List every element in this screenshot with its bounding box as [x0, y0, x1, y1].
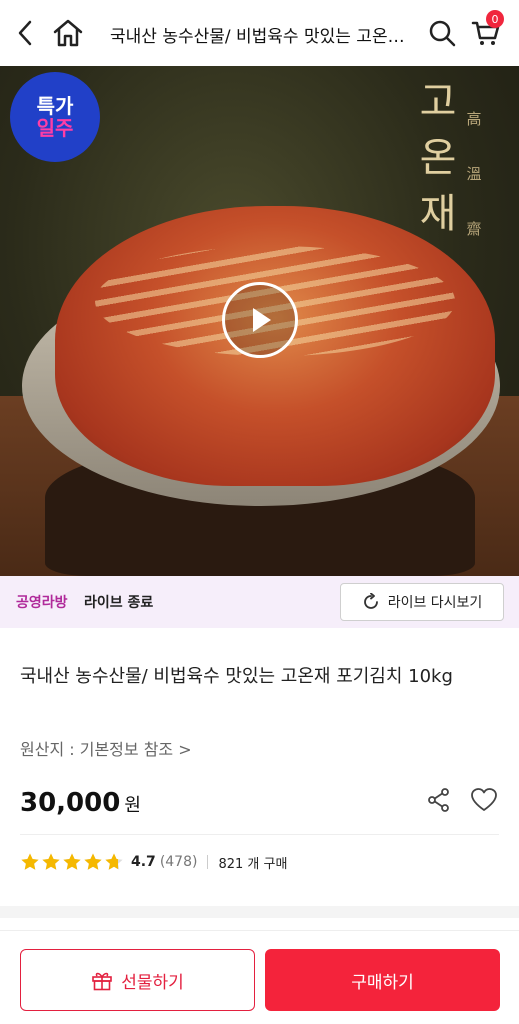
- share-button[interactable]: [426, 787, 452, 813]
- gift-label: 선물하기: [121, 972, 184, 993]
- live-replay-button[interactable]: 라이브 다시보기: [340, 583, 504, 621]
- bottom-action-bar: 선물하기 구매하기: [0, 930, 519, 1024]
- buy-button[interactable]: 구매하기: [265, 949, 500, 1011]
- live-status-bar: 공영라방 라이브 종료 라이브 다시보기: [0, 576, 519, 628]
- price-currency: 원: [124, 795, 141, 816]
- heart-icon: [471, 788, 497, 811]
- gift-button[interactable]: 선물하기: [20, 949, 255, 1011]
- badge-line-1: 특가: [36, 94, 74, 118]
- rating-score: 4.7: [131, 854, 156, 870]
- star-icon: [63, 853, 81, 870]
- purchase-count: 821 개 구매: [218, 856, 288, 872]
- product-video-thumbnail[interactable]: 특가 일주 고 온 재 高 溫 齋: [0, 66, 519, 576]
- live-host-name: 공영라방: [16, 595, 68, 611]
- star-icon: [105, 853, 123, 870]
- brand-logo: 고 온 재 高 溫 齋: [414, 74, 494, 244]
- price-amount: 30,000: [20, 788, 121, 818]
- separator: [207, 855, 209, 869]
- star-icon: [84, 853, 102, 870]
- search-icon: [429, 20, 456, 47]
- star-icon: [21, 853, 39, 870]
- play-button[interactable]: [222, 282, 298, 358]
- brand-char-1: 고: [419, 79, 457, 125]
- search-button[interactable]: [422, 0, 462, 66]
- share-icon: [428, 788, 449, 812]
- product-price: 30,000 원: [20, 788, 141, 818]
- cart-button[interactable]: 0: [466, 0, 506, 66]
- live-status-text: 라이브 종료: [84, 595, 154, 611]
- star-rating: [20, 852, 125, 872]
- refresh-icon: [363, 593, 378, 609]
- page-title: 국내산 농수산물/ 비법육수 맛있는 고온재 포기김치 10kg: [110, 27, 410, 47]
- cart-count-badge: 0: [486, 10, 504, 28]
- badge-line-2: 일주: [36, 116, 74, 140]
- star-icon: [42, 853, 60, 870]
- play-icon: [253, 308, 271, 332]
- product-name: 국내산 농수산물/ 비법육수 맛있는 고온재 포기김치 10kg: [20, 666, 453, 687]
- brand-hanja-1: 高: [466, 110, 482, 128]
- gift-icon: [92, 972, 113, 991]
- divider: [20, 834, 499, 835]
- home-icon: [53, 19, 83, 47]
- home-button[interactable]: [48, 0, 88, 66]
- section-spacer: [0, 906, 519, 918]
- buy-label: 구매하기: [351, 972, 414, 993]
- brand-hanja-3: 齋: [466, 220, 482, 238]
- special-deal-badge: 특가 일주: [10, 72, 100, 162]
- top-bar: 국내산 농수산물/ 비법육수 맛있는 고온재 포기김치 10kg 0: [0, 0, 519, 66]
- review-count: (478): [159, 854, 198, 870]
- back-button[interactable]: [8, 0, 42, 66]
- live-replay-label: 라이브 다시보기: [387, 595, 483, 611]
- brand-char-3: 재: [419, 191, 457, 237]
- wishlist-button[interactable]: [470, 787, 498, 813]
- chevron-left-icon: [18, 20, 32, 46]
- origin-link[interactable]: 원산지 : 기본정보 참조 >: [20, 736, 192, 760]
- brand-char-2: 온: [419, 135, 457, 181]
- brand-hanja-2: 溫: [466, 165, 482, 183]
- rating-row[interactable]: 4.7 (478) 821 개 구매: [20, 850, 287, 874]
